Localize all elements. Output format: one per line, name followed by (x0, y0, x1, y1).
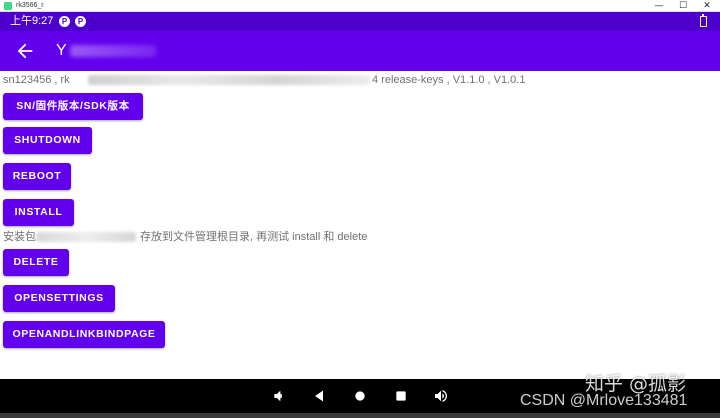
window-titlebar: rk3566_r — ☐ ✕ (0, 0, 720, 12)
device-info-text-start: sn123456 , rk (3, 74, 70, 86)
openandlinkbindpage-button[interactable]: OPENANDLINKBINDPAGE (3, 321, 165, 348)
window-close-button[interactable]: ✕ (696, 0, 718, 12)
recents-square-icon[interactable] (393, 388, 409, 404)
arrow-back-icon[interactable] (14, 40, 36, 62)
install-hint-text-start: 安装包 (3, 231, 36, 243)
status-time: 上午9:27 (10, 15, 54, 27)
reboot-button[interactable]: REBOOT (3, 163, 71, 190)
android-app-icon (4, 2, 12, 10)
delete-button[interactable]: DELETE (3, 249, 69, 276)
volume-up-icon[interactable] (433, 388, 449, 404)
notification-p-icon: P (59, 16, 70, 27)
notification-p-icon: P (75, 16, 86, 27)
page-title: Y (56, 42, 67, 59)
install-button[interactable]: INSTALL (3, 199, 74, 226)
window-bottom-border (0, 413, 720, 418)
app-bar: Y (0, 31, 720, 71)
sn-firmware-sdk-button[interactable]: SN/固件版本/SDK版本 (3, 93, 143, 120)
csdn-watermark: CSDN @Mrlove133481 (520, 392, 688, 409)
device-info-text-end: 4 release-keys , V1.1.0 , V1.0.1 (372, 74, 526, 86)
window-minimize-button[interactable]: — (648, 0, 670, 12)
status-bar: 上午9:27 P P (0, 12, 720, 31)
main-content: sn123456 , rk 4 release-keys , V1.1.0 , … (0, 71, 720, 379)
home-circle-icon[interactable] (352, 388, 368, 404)
redacted-package-name (36, 232, 136, 242)
battery-icon (700, 14, 707, 27)
opensettings-button[interactable]: OPENSETTINGS (3, 285, 115, 312)
screenshot-stage: rk3566_r — ☐ ✕ 上午9:27 P P Y sn123456 , r… (0, 0, 720, 418)
redacted-device-info (88, 75, 370, 85)
window-title: rk3566_r (16, 2, 44, 9)
window-maximize-button[interactable]: ☐ (672, 0, 694, 12)
volume-down-icon[interactable] (271, 388, 287, 404)
redacted-title-region (70, 45, 156, 57)
install-hint-text-end: 存放到文件管理根目录, 再测试 install 和 delete (140, 231, 368, 243)
back-triangle-icon[interactable] (311, 388, 327, 404)
shutdown-button[interactable]: SHUTDOWN (3, 127, 92, 154)
